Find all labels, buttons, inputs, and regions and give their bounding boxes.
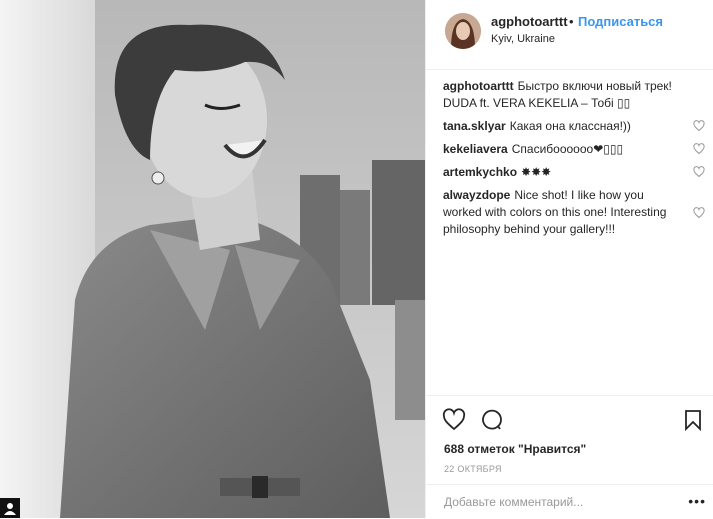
comment-input[interactable] (444, 493, 674, 511)
comment-author[interactable]: tana.sklyar (443, 119, 506, 133)
location-link[interactable]: Kyiv, Ukraine (491, 33, 555, 45)
bookmark-icon[interactable] (681, 408, 705, 432)
list-item: tana.sklyar Какая она классная!)) (443, 118, 705, 135)
heart-outline-icon[interactable] (442, 408, 466, 432)
like-comment-icon[interactable] (693, 207, 705, 219)
add-comment-bar: ••• (426, 484, 713, 519)
separator-dot: • (569, 14, 574, 29)
more-options-icon[interactable]: ••• (688, 493, 706, 509)
list-item: alwayzdope Nice shot! I like how you work… (443, 187, 705, 238)
comment-author[interactable]: alwayzdope (443, 188, 510, 202)
user-tag-icon[interactable] (0, 498, 20, 518)
list-item: kekeliavera Спасибоооооо❤▯▯▯ (443, 141, 705, 158)
like-comment-icon[interactable] (693, 166, 705, 178)
comment-text: Спасибоооооо❤▯▯▯ (511, 142, 624, 156)
comment-text: Какая она классная!)) (509, 119, 631, 133)
list-item: artemkychko ✸✸✸ (443, 164, 705, 181)
post-panel: agphotoarttt • Подписаться Kyiv, Ukraine… (425, 0, 713, 518)
comment-bubble-icon[interactable] (480, 408, 504, 432)
comments-list: agphotoarttt Быстро включи новый трек! DU… (443, 78, 705, 244)
post-date: 22 ОКТЯБРЯ (444, 464, 502, 474)
caption-author[interactable]: agphotoarttt (443, 79, 514, 93)
post-actions: 688 отметок "Нравится" 22 ОКТЯБРЯ ••• (426, 395, 713, 518)
like-comment-icon[interactable] (693, 143, 705, 155)
like-comment-icon[interactable] (693, 120, 705, 132)
caption-line-1: Быстро включи новый трек! (517, 79, 672, 93)
comment-text: ✸✸✸ (521, 165, 552, 179)
comment-author[interactable]: artemkychko (443, 165, 517, 179)
likes-count[interactable]: 688 отметок "Нравится" (444, 442, 586, 456)
caption: agphotoarttt Быстро включи новый трек! DU… (443, 78, 705, 112)
post-header: agphotoarttt • Подписаться Kyiv, Ukraine (426, 0, 713, 70)
caption-line-2: DUDA ft. VERA KEKELIA – Тобі ▯▯ (443, 96, 631, 110)
follow-button[interactable]: Подписаться (578, 14, 663, 29)
avatar[interactable] (445, 13, 481, 49)
post-username[interactable]: agphotoarttt (491, 14, 568, 29)
comment-author[interactable]: kekeliavera (443, 142, 508, 156)
photo-image (0, 0, 425, 518)
post-photo[interactable] (0, 0, 425, 518)
